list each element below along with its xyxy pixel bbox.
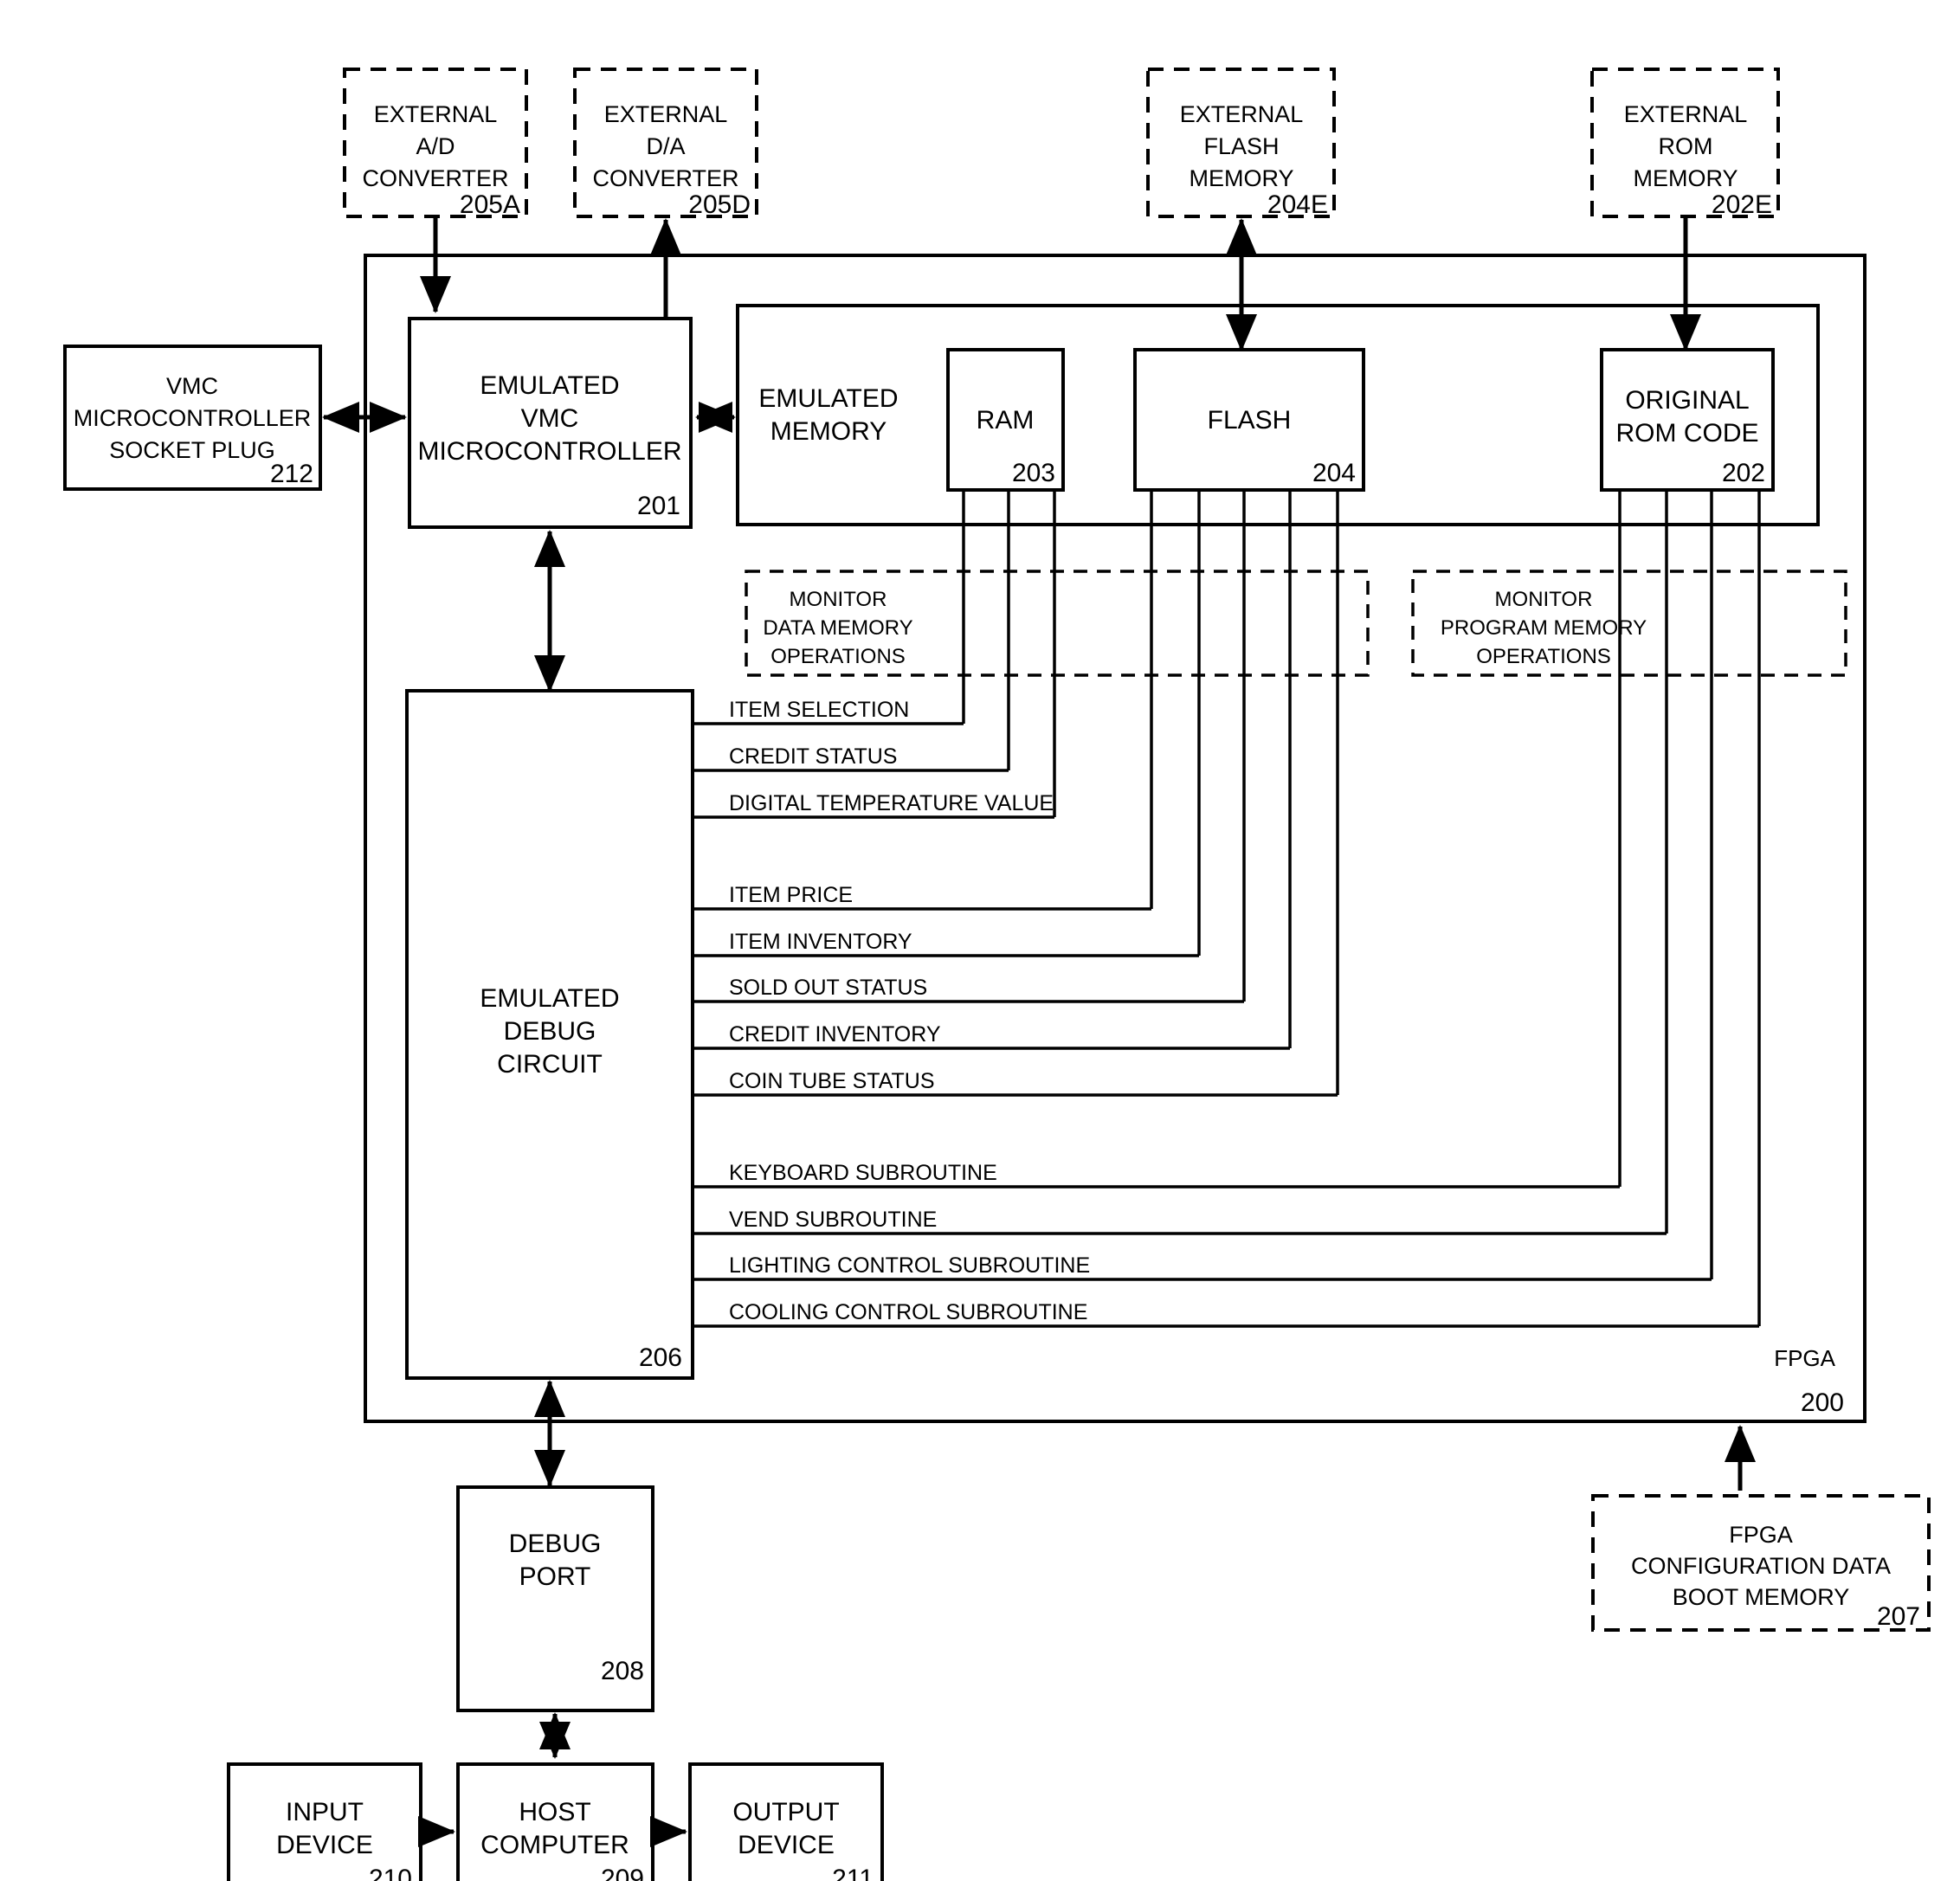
external-da-line-2: D/A (646, 133, 685, 159)
debug-port-line-2: PORT (519, 1562, 591, 1591)
signal-label-item-inventory: ITEM INVENTORY (729, 930, 912, 954)
signal-label-digital-temperature-value: DIGITAL TEMPERATURE VALUE (729, 791, 1054, 815)
monitor-data-line-3: OPERATIONS (770, 645, 906, 668)
rom-code-line-2: ROM CODE (1616, 419, 1759, 448)
input-device-line-2: DEVICE (276, 1831, 373, 1859)
input-device-line-1: INPUT (286, 1798, 364, 1826)
external-ad-line-3: CONVERTER (362, 165, 508, 191)
host-computer-line-2: COMPUTER (480, 1831, 629, 1859)
emulated-vmc-line-2: VMC (521, 404, 579, 433)
emulated-memory-line-1: EMULATED (758, 384, 898, 413)
signal-label-coin-tube-status: COIN TUBE STATUS (729, 1069, 935, 1093)
input-device-ref: 210 (369, 1865, 412, 1881)
flash-ref: 204 (1312, 459, 1356, 487)
rom-code-line-1: ORIGINAL (1625, 386, 1749, 415)
socket-plug-line-2: MICROCONTROLLER (74, 405, 312, 431)
fpga-boot-line-1: FPGA (1729, 1522, 1793, 1548)
monitor-data-line-2: DATA MEMORY (763, 616, 912, 640)
external-flash-line-2: FLASH (1203, 133, 1279, 159)
flash-label: FLASH (1208, 406, 1292, 435)
signal-label-credit-inventory: CREDIT INVENTORY (729, 1022, 941, 1047)
signal-label-item-selection: ITEM SELECTION (729, 698, 909, 722)
signal-label-vend-subroutine: VEND SUBROUTINE (729, 1208, 937, 1232)
external-flash-line-1: EXTERNAL (1180, 101, 1304, 127)
output-device-ref: 211 (832, 1865, 874, 1881)
signal-label-keyboard-subroutine: KEYBOARD SUBROUTINE (729, 1161, 997, 1185)
emulated-debug-line-3: CIRCUIT (497, 1050, 603, 1079)
external-da-line-3: CONVERTER (592, 165, 738, 191)
external-da-line-1: EXTERNAL (604, 101, 728, 127)
external-rom-line-1: EXTERNAL (1624, 101, 1748, 127)
monitor-program-line-3: OPERATIONS (1476, 645, 1611, 668)
external-da-ref: 205D (688, 190, 751, 219)
debug-port-ref: 208 (601, 1657, 644, 1685)
socket-plug-line-3: SOCKET PLUG (109, 437, 275, 463)
external-rom-line-2: ROM (1659, 133, 1713, 159)
socket-plug-ref: 212 (270, 460, 313, 488)
emulated-debug-line-1: EMULATED (480, 984, 619, 1013)
signal-label-lighting-control-subroutine: LIGHTING CONTROL SUBROUTINE (729, 1253, 1090, 1278)
output-device-line-1: OUTPUT (732, 1798, 839, 1826)
signal-label-credit-status: CREDIT STATUS (729, 744, 897, 769)
diagram-canvas: FPGA 200 EXTERNAL A/D CONVERTER 205A EXT… (63, 68, 1931, 1881)
ram-ref: 203 (1012, 459, 1055, 487)
fpga-boot-ref: 207 (1877, 1602, 1920, 1631)
external-flash-line-3: MEMORY (1189, 165, 1293, 191)
emulated-vmc-ref: 201 (637, 492, 680, 520)
external-ad-ref: 205A (460, 190, 520, 219)
emulated-vmc-line-3: MICROCONTROLLER (417, 437, 681, 466)
external-ad-line-2: A/D (416, 133, 455, 159)
patent-figure: FPGA 200 EXTERNAL A/D CONVERTER 205A EXT… (0, 0, 1960, 1881)
output-device-line-2: DEVICE (738, 1831, 835, 1859)
emulated-vmc-line-1: EMULATED (480, 371, 619, 400)
host-computer-ref: 209 (601, 1865, 644, 1881)
socket-plug-line-1: VMC (166, 373, 218, 399)
fpga-boot-line-2: CONFIGURATION DATA (1631, 1553, 1891, 1579)
signal-label-item-price: ITEM PRICE (729, 883, 853, 907)
fpga-label: FPGA (1774, 1345, 1835, 1371)
signal-label-sold-out-status: SOLD OUT STATUS (729, 976, 927, 1000)
rom-code-ref: 202 (1722, 459, 1765, 487)
emulated-memory-line-2: MEMORY (770, 417, 887, 446)
monitor-data-line-1: MONITOR (790, 588, 887, 611)
external-flash-ref: 204E (1267, 190, 1328, 219)
external-rom-line-3: MEMORY (1633, 165, 1738, 191)
host-computer-line-1: HOST (519, 1798, 590, 1826)
fpga-ref: 200 (1801, 1388, 1844, 1417)
signal-label-cooling-control-subroutine: COOLING CONTROL SUBROUTINE (729, 1300, 1087, 1324)
emulated-debug-ref: 206 (639, 1343, 682, 1372)
monitor-program-line-2: PROGRAM MEMORY (1441, 616, 1647, 640)
fpga-boot-line-3: BOOT MEMORY (1673, 1584, 1850, 1610)
external-rom-ref: 202E (1712, 190, 1772, 219)
monitor-program-line-1: MONITOR (1495, 588, 1593, 611)
emulated-debug-line-2: DEBUG (504, 1017, 596, 1046)
debug-port-line-1: DEBUG (509, 1530, 602, 1558)
ram-label: RAM (977, 406, 1035, 435)
external-ad-line-1: EXTERNAL (374, 101, 498, 127)
